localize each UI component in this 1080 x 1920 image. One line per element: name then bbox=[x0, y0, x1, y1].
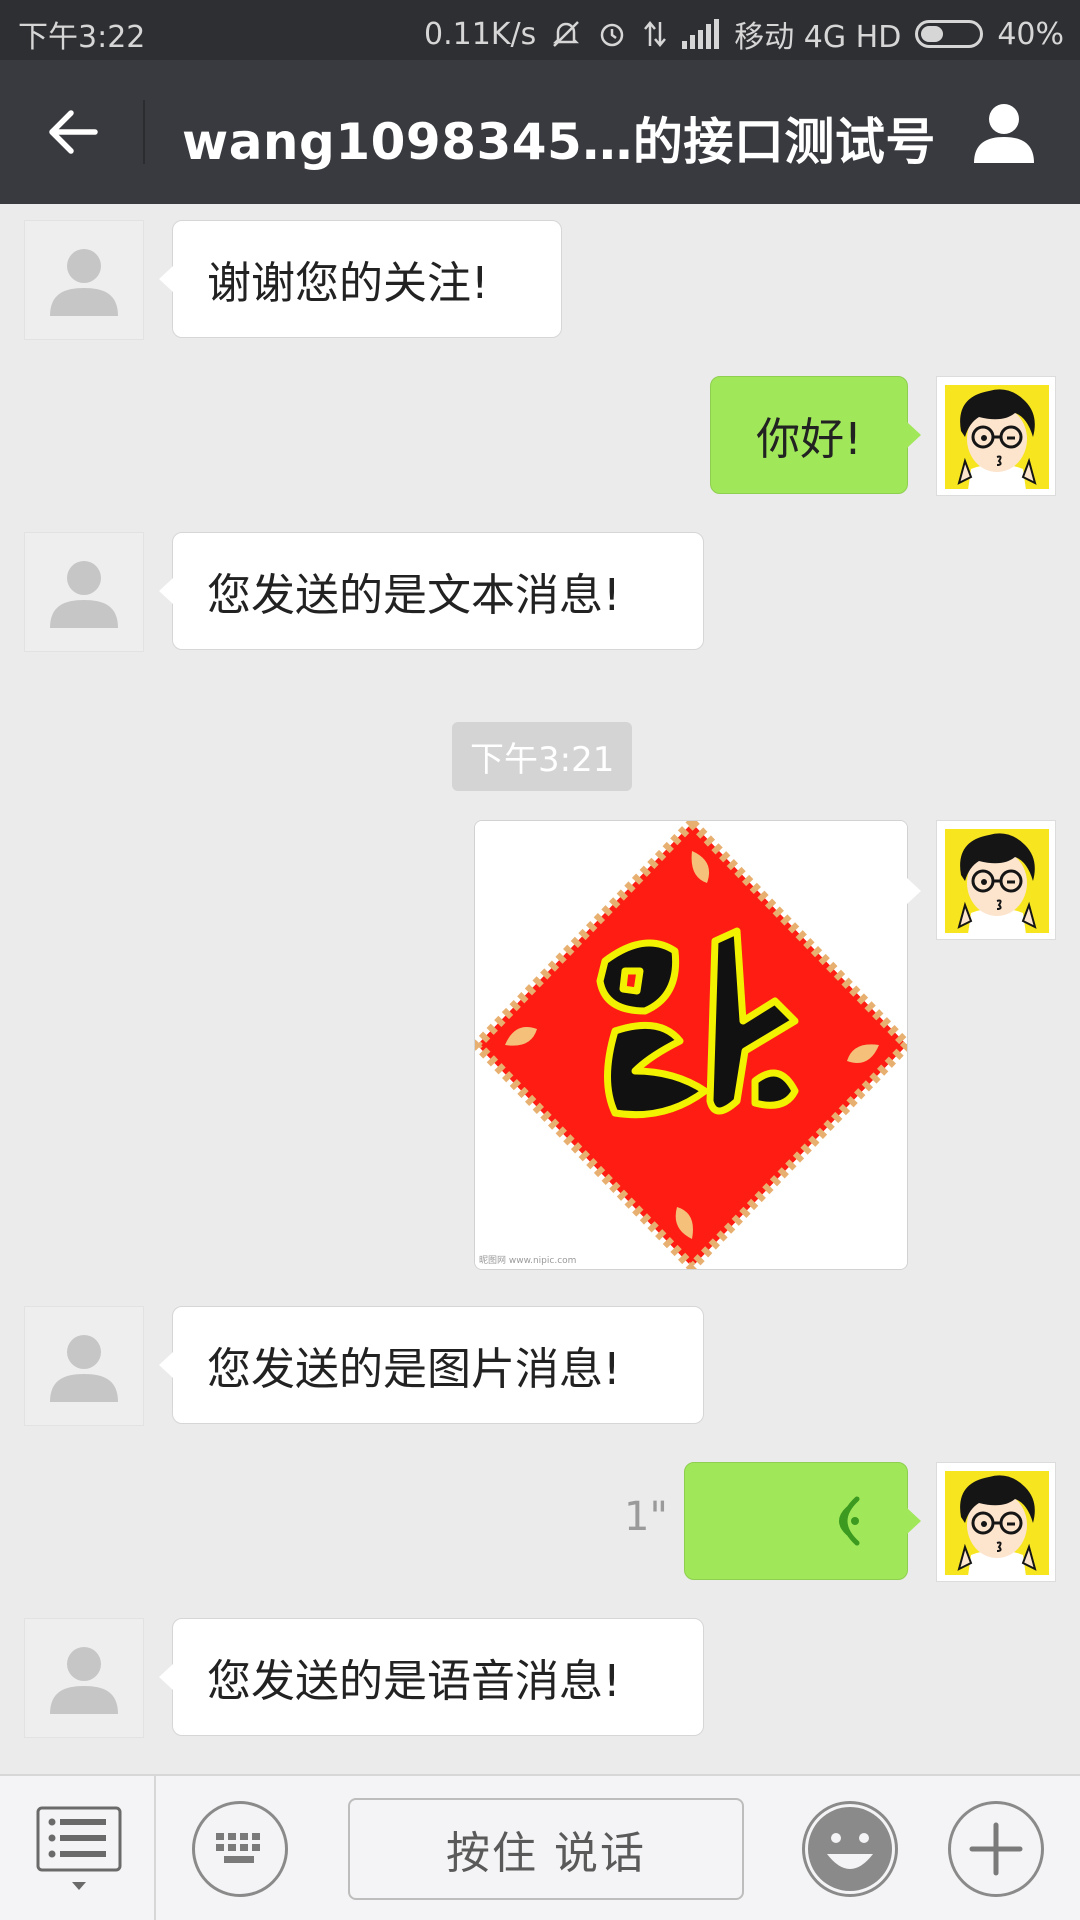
message-text: 您发送的是文本消息! bbox=[207, 570, 621, 621]
person-icon bbox=[974, 104, 1034, 163]
title-bar: wang1098345…的接口测试号 bbox=[0, 60, 1080, 204]
profile-button[interactable] bbox=[968, 96, 1040, 168]
plus-icon bbox=[969, 1822, 1023, 1876]
mute-icon bbox=[550, 18, 582, 50]
default-avatar-icon bbox=[50, 249, 118, 316]
battery-fill bbox=[921, 26, 944, 42]
input-bar-divider bbox=[154, 1776, 156, 1920]
user-avatar[interactable] bbox=[936, 820, 1056, 940]
bot-avatar[interactable] bbox=[24, 532, 144, 652]
image-bubble-tail bbox=[907, 878, 921, 904]
signal-icon bbox=[682, 19, 720, 49]
bot-avatar[interactable] bbox=[24, 1306, 144, 1426]
voice-duration: 1" bbox=[624, 1494, 668, 1540]
message-text: 你好! bbox=[756, 414, 862, 465]
status-bar: 下午3:22 0.11K/s 移动 4G HD 40% bbox=[0, 0, 1080, 60]
emoji-icon bbox=[808, 1807, 892, 1891]
page-title: wang1098345…的接口测试号 bbox=[182, 113, 936, 171]
menu-toggle-button[interactable] bbox=[24, 1802, 134, 1902]
bot-avatar[interactable] bbox=[24, 220, 144, 340]
carrier-label: 移动 4G HD bbox=[734, 20, 902, 55]
default-avatar-icon bbox=[50, 561, 118, 628]
fu-blessing-image: 昵图网 www.nipic.com bbox=[475, 821, 907, 1269]
voice-message-bubble[interactable] bbox=[684, 1462, 921, 1580]
message-bubble-in[interactable]: 您发送的是语音消息! bbox=[159, 1618, 704, 1736]
hold-to-talk-button[interactable]: 按住 说话 bbox=[348, 1798, 744, 1900]
arrow-left-icon bbox=[49, 110, 98, 154]
bot-avatar[interactable] bbox=[24, 1618, 144, 1738]
message-bubble-in[interactable]: 您发送的是图片消息! bbox=[159, 1306, 704, 1424]
input-bar: 按住 说话 bbox=[0, 1774, 1080, 1920]
default-avatar-icon bbox=[50, 1335, 118, 1402]
user-cartoon-avatar-icon bbox=[945, 1471, 1049, 1581]
user-avatar[interactable] bbox=[936, 376, 1056, 496]
add-button[interactable] bbox=[948, 1801, 1044, 1897]
message-text: 您发送的是图片消息! bbox=[207, 1344, 621, 1395]
keyboard-toggle-button[interactable] bbox=[192, 1801, 288, 1897]
voice-wave-icon bbox=[839, 1496, 860, 1546]
default-avatar-icon bbox=[50, 1647, 118, 1714]
data-transfer-icon bbox=[642, 18, 668, 50]
message-text: 谢谢您的关注! bbox=[207, 258, 489, 309]
keyboard-icon bbox=[216, 1833, 260, 1863]
svg-text:昵图网 www.nipic.com: 昵图网 www.nipic.com bbox=[479, 1255, 576, 1266]
user-avatar[interactable] bbox=[936, 1462, 1056, 1582]
back-button[interactable] bbox=[30, 92, 114, 172]
timestamp-label: 下午3:21 bbox=[452, 722, 633, 791]
status-time: 下午3:22 bbox=[18, 20, 146, 55]
net-speed: 0.11K/s bbox=[424, 16, 537, 52]
alarm-icon bbox=[596, 18, 628, 50]
emoji-button[interactable] bbox=[802, 1801, 898, 1897]
battery-icon bbox=[915, 20, 984, 48]
image-message[interactable]: 昵图网 www.nipic.com bbox=[474, 820, 908, 1270]
chat-list[interactable]: 谢谢您的关注! 你好! 您发送的是文本消息! 下午3:21 昵图网 www.ni… bbox=[0, 204, 1080, 1774]
user-cartoon-avatar-icon bbox=[945, 829, 1049, 939]
title-divider bbox=[143, 100, 145, 164]
battery-percent: 40% bbox=[997, 16, 1064, 52]
message-bubble-out[interactable]: 你好! bbox=[710, 376, 921, 494]
message-bubble-in[interactable]: 您发送的是文本消息! bbox=[159, 532, 704, 650]
list-icon bbox=[36, 1806, 122, 1890]
message-text: 您发送的是语音消息! bbox=[207, 1656, 621, 1707]
message-bubble-in[interactable]: 谢谢您的关注! bbox=[159, 220, 562, 338]
user-cartoon-avatar-icon bbox=[945, 385, 1049, 495]
